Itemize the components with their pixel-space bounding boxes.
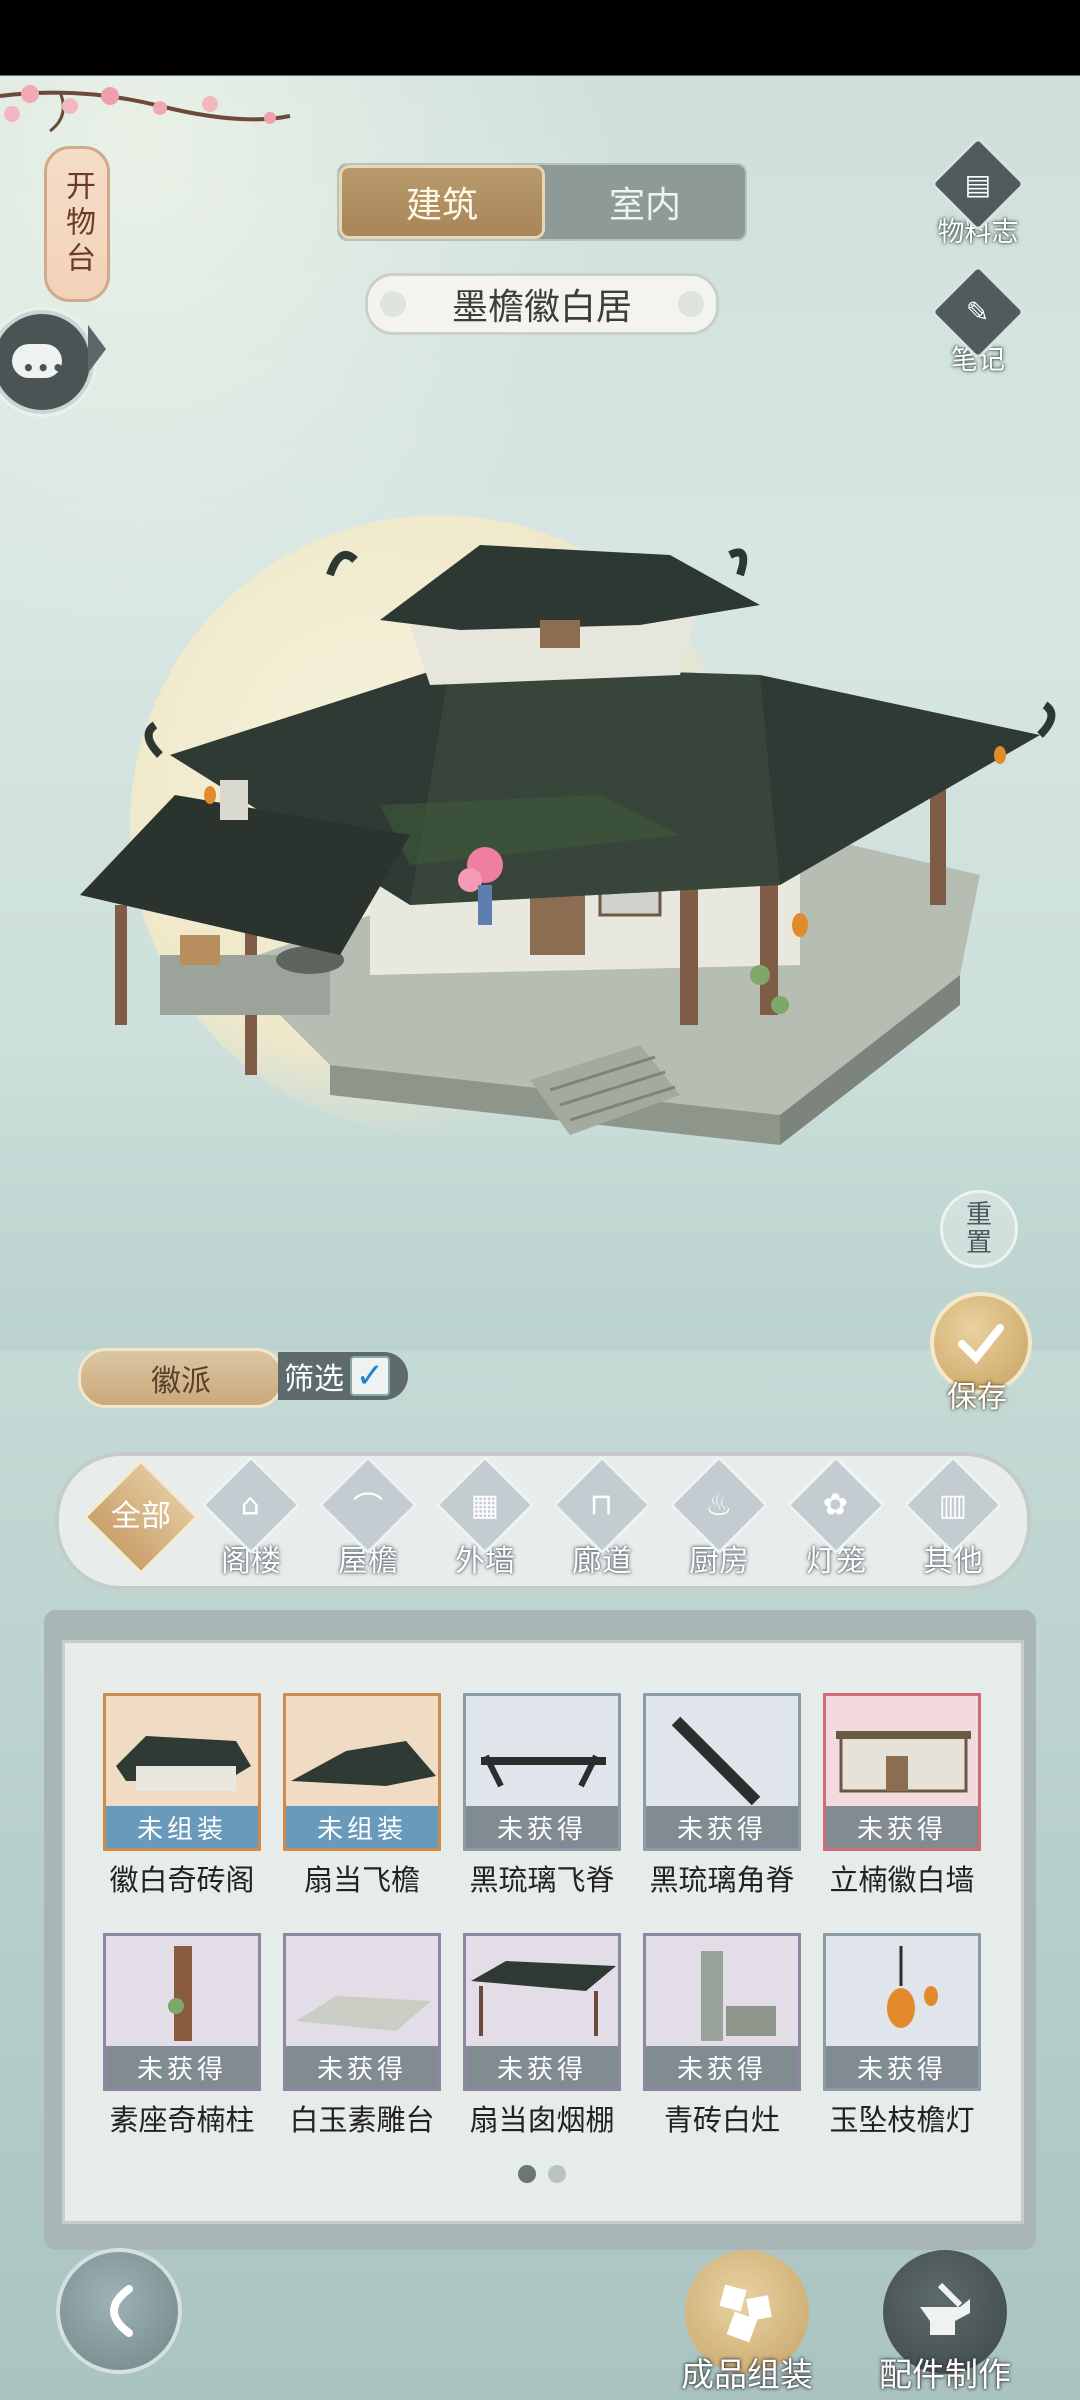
plum-blossom-decoration: [0, 85, 291, 133]
item-card[interactable]: 未获得 青砖白灶: [643, 1933, 801, 2139]
back-button[interactable]: [56, 2248, 182, 2374]
category-corridor[interactable]: ⊓ 廊道: [552, 1455, 652, 1580]
category-bar: 全部 ⌂ 阁楼 ⌒ 屋檐 ▦ 外墙 ⊓ 廊道 ♨ 厨房 ✿ 灯笼 ▥ 其他: [55, 1452, 1031, 1590]
item-name: 玉坠枝檐灯: [829, 2103, 975, 2137]
item-thumbnail: 未获得: [463, 1933, 621, 2091]
item-status: 未获得: [646, 1806, 798, 1848]
item-name: 黑琉璃角脊: [649, 1863, 795, 1897]
category-wall[interactable]: ▦ 外墙: [435, 1455, 535, 1580]
item-thumbnail: 未获得: [463, 1693, 621, 1851]
kaiwutai-scroll-button[interactable]: 开物台: [44, 146, 110, 302]
item-card[interactable]: 未获得 玉坠枝檐灯: [823, 1933, 981, 2139]
craft-parts-label: 配件制作: [879, 2355, 1011, 2394]
item-thumbnail: 未获得: [643, 1693, 801, 1851]
page-dot[interactable]: [548, 2165, 566, 2183]
item-status: 未获得: [826, 2046, 978, 2088]
building-name-plaque: 墨檐徽白居: [365, 273, 719, 335]
item-card[interactable]: 未获得 立楠徽白墙: [823, 1693, 981, 1899]
item-status: 未获得: [106, 2046, 258, 2088]
checkmark-icon: [958, 1324, 1004, 1364]
page-dot-active[interactable]: [518, 2165, 536, 2183]
chat-expand-arrow-icon[interactable]: [88, 325, 106, 373]
assemble-label: 成品组装: [681, 2355, 813, 2394]
item-thumbnail: 未获得: [823, 1933, 981, 2091]
item-name: 扇当飞檐: [303, 1863, 420, 1897]
items-panel: 未组装 徽白奇砖阁 未组装 扇当飞檐 未获得 黑琉璃飞脊 未获得 黑琉璃角脊 未…: [62, 1640, 1024, 2224]
back-arrow-icon: [110, 2285, 133, 2337]
category-lantern[interactable]: ✿ 灯笼: [786, 1455, 886, 1580]
style-label: 徽派: [151, 1364, 211, 1399]
notes-button[interactable]: ✎ 笔记: [928, 263, 1028, 377]
craft-parts-button[interactable]: 配件制作: [870, 2250, 1020, 2396]
category-all[interactable]: 全部: [83, 1459, 199, 1575]
filter-checkbox[interactable]: ✓: [350, 1356, 390, 1396]
item-thumbnail: 未获得: [103, 1933, 261, 2091]
item-status: 未组装: [286, 1806, 438, 1848]
item-thumbnail: 未获得: [283, 1933, 441, 2091]
category-other[interactable]: ▥ 其他: [903, 1455, 1003, 1580]
assemble-button[interactable]: 成品组装: [672, 2250, 822, 2396]
kaiwutai-label: 开物台: [60, 170, 95, 278]
item-card[interactable]: 未获得 黑琉璃飞脊: [463, 1693, 621, 1899]
mode-tabs: 建筑 室内: [337, 163, 747, 241]
tab-building[interactable]: 建筑: [339, 165, 545, 239]
item-name: 素座奇楠柱: [109, 2103, 255, 2137]
filter-toggle[interactable]: 筛选 ✓: [278, 1352, 408, 1400]
item-status: 未获得: [826, 1806, 978, 1848]
category-kitchen[interactable]: ♨ 厨房: [669, 1455, 769, 1580]
item-card[interactable]: 未获得 扇当囱烟棚: [463, 1933, 621, 2139]
item-status: 未获得: [286, 2046, 438, 2088]
tab-building-label: 建筑: [405, 185, 478, 226]
filter-label: 筛选: [284, 1362, 344, 1397]
reset-button[interactable]: 重置: [940, 1190, 1018, 1268]
item-thumbnail: 未获得: [823, 1693, 981, 1851]
item-thumbnail: 未组装: [283, 1693, 441, 1851]
reset-label: 重置: [965, 1200, 992, 1258]
category-all-icon: 全部: [83, 1459, 199, 1575]
category-attic[interactable]: ⌂ 阁楼: [201, 1455, 301, 1580]
tab-interior[interactable]: 室内: [545, 165, 745, 239]
item-card[interactable]: 未获得 白玉素雕台: [283, 1933, 441, 2139]
item-status: 未获得: [466, 1806, 618, 1848]
item-card[interactable]: 未组装 徽白奇砖阁: [103, 1693, 261, 1899]
item-status: 未获得: [466, 2046, 618, 2088]
item-name: 立楠徽白墙: [829, 1863, 975, 1897]
save-label: 保存: [947, 1380, 1007, 1415]
item-name: 青砖白灶: [663, 2103, 780, 2137]
item-thumbnail: 未获得: [643, 1933, 801, 2091]
item-card[interactable]: 未获得 素座奇楠柱: [103, 1933, 261, 2139]
category-eaves[interactable]: ⌒ 屋檐: [318, 1455, 418, 1580]
material-log-button[interactable]: ▤ 物料志: [928, 135, 1028, 249]
item-name: 白玉素雕台: [289, 2103, 435, 2137]
tab-interior-label: 室内: [608, 185, 681, 226]
item-name: 扇当囱烟棚: [469, 2103, 615, 2137]
item-name: 徽白奇砖阁: [109, 1863, 255, 1897]
item-thumbnail: 未组装: [103, 1693, 261, 1851]
building-name: 墨檐徽白居: [451, 287, 632, 328]
building-model[interactable]: [80, 505, 1060, 1145]
item-card[interactable]: 未组装 扇当飞檐: [283, 1693, 441, 1899]
item-status: 未获得: [646, 2046, 798, 2088]
item-status: 未组装: [106, 1806, 258, 1848]
chat-dots-icon: •••: [22, 356, 67, 380]
item-name: 黑琉璃飞脊: [469, 1863, 615, 1897]
style-selector[interactable]: 徽派: [78, 1348, 284, 1408]
page-indicator: [512, 2165, 572, 2187]
item-card[interactable]: 未获得 黑琉璃角脊: [643, 1693, 801, 1899]
